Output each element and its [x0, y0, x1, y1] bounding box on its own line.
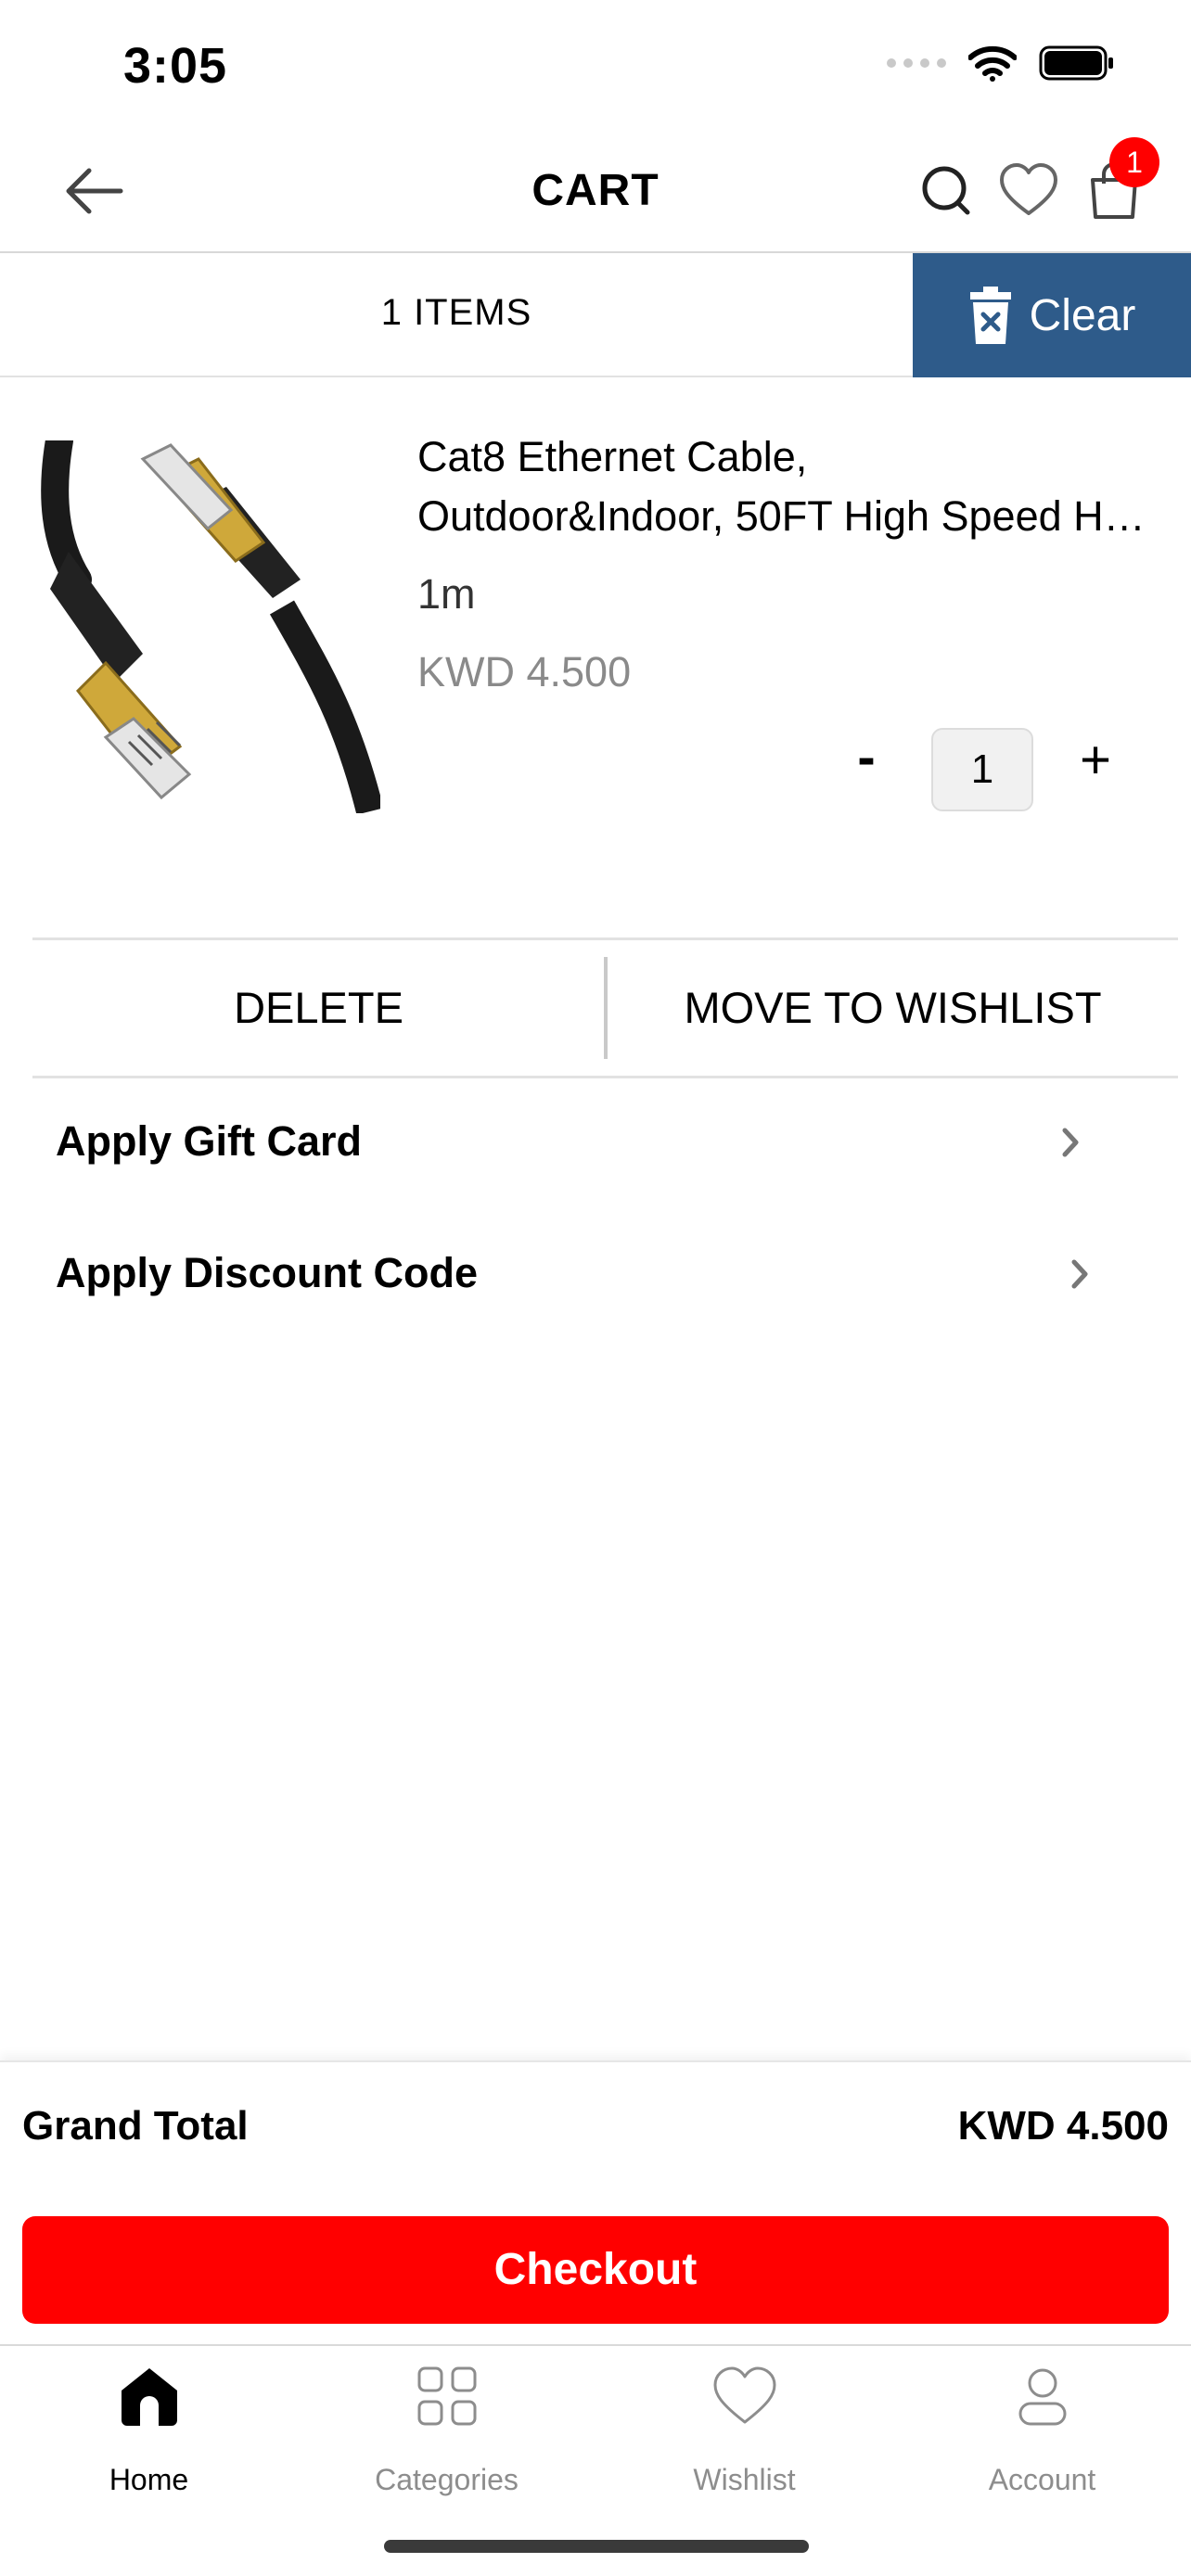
order-summary: Grand Total KWD 4.500 Checkout [0, 2060, 1191, 2344]
account-icon [1018, 2368, 1066, 2426]
heart-icon [713, 2366, 775, 2424]
grand-total-value: KWD 4.500 [957, 2103, 1169, 2149]
tab-label: Wishlist [693, 2463, 796, 2496]
chevron-right-icon [1062, 1128, 1079, 1157]
quantity-value[interactable]: 1 [931, 728, 1033, 811]
quantity-increase-button[interactable]: + [1072, 730, 1119, 795]
app-header: CART 1 [0, 130, 1191, 253]
signal-icon [887, 58, 946, 68]
grand-total-label: Grand Total [22, 2103, 249, 2149]
apply-discount-code-row[interactable]: Apply Discount Code [0, 1208, 1191, 1338]
search-icon[interactable] [915, 158, 980, 223]
wishlist-heart-icon[interactable] [996, 158, 1061, 223]
delete-button[interactable]: DELETE [32, 940, 605, 1076]
cart-screen: 3:05 CART 1 1 ITEMS Clear Cat8 Ethernet … [0, 0, 1191, 2576]
clear-label: Clear [1029, 290, 1136, 340]
cart-item: Cat8 Ethernet Cable, Outdoor&Indoor, 50F… [0, 377, 1191, 939]
tab-home[interactable]: Home [0, 2346, 298, 2531]
cart-count-badge: 1 [1109, 137, 1159, 187]
product-name[interactable]: Cat8 Ethernet Cable, Outdoor&Indoor, 50F… [417, 427, 1150, 546]
product-price: KWD 4.500 [417, 648, 632, 695]
wifi-icon [968, 45, 1017, 82]
chevron-right-icon [1071, 1259, 1088, 1289]
quantity-decrease-button[interactable]: - [846, 730, 887, 795]
move-to-wishlist-button[interactable]: MOVE TO WISHLIST [608, 940, 1178, 1076]
home-icon [121, 2368, 177, 2426]
battery-icon [1039, 45, 1113, 81]
clear-cart-button[interactable]: Clear [913, 253, 1191, 377]
status-time: 3:05 [123, 38, 228, 94]
discount-code-label: Apply Discount Code [56, 1249, 479, 1296]
items-count: 1 ITEMS [380, 292, 532, 333]
items-bar: 1 ITEMS Clear [0, 253, 1191, 377]
home-indicator [384, 2540, 809, 2553]
trash-icon [969, 287, 1011, 344]
checkout-button[interactable]: Checkout [22, 2216, 1169, 2324]
gift-card-label: Apply Gift Card [56, 1117, 363, 1165]
tab-label: Categories [375, 2463, 519, 2496]
status-icons [887, 45, 1115, 82]
tab-categories[interactable]: Categories [298, 2346, 596, 2531]
tab-label: Account [988, 2463, 1096, 2496]
item-actions: DELETE MOVE TO WISHLIST [32, 937, 1178, 1078]
product-variant: 1m [417, 570, 476, 618]
tab-label: Home [109, 2463, 189, 2496]
apply-gift-card-row[interactable]: Apply Gift Card [0, 1077, 1191, 1206]
product-image[interactable] [41, 440, 380, 813]
status-bar: 3:05 [0, 0, 1191, 130]
tab-account[interactable]: Account [893, 2346, 1191, 2531]
categories-icon [417, 2366, 476, 2426]
tab-wishlist[interactable]: Wishlist [596, 2346, 893, 2531]
